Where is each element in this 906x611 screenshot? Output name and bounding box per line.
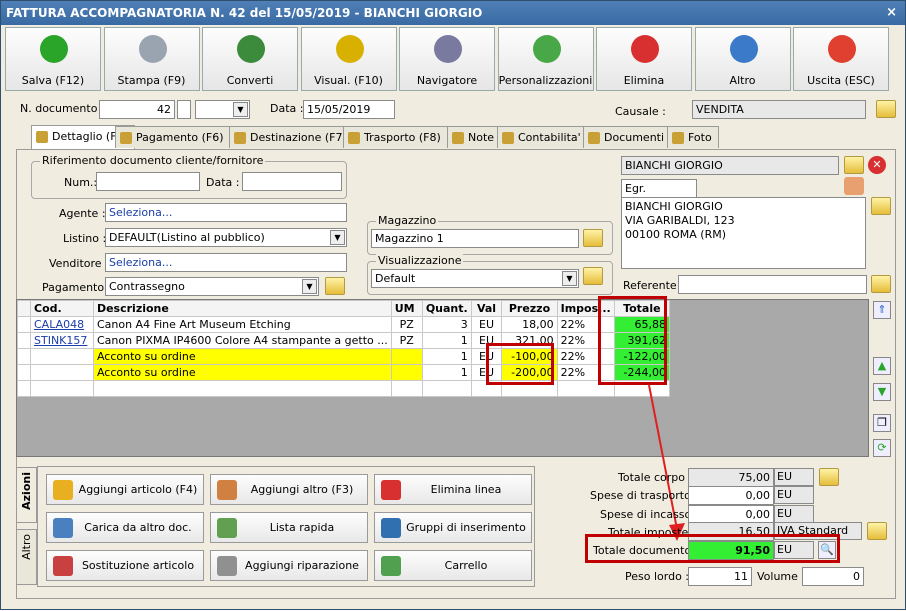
- peso-lordo-label: Peso lordo :: [625, 570, 689, 583]
- actions-panel: Aggiungi articolo (F4) Aggiungi altro (F3…: [37, 466, 535, 587]
- action-button[interactable]: Aggiungi altro (F3): [210, 474, 368, 505]
- action-button[interactable]: Lista rapida: [210, 512, 368, 543]
- peso-lordo-field[interactable]: 11: [688, 567, 752, 586]
- action-button-label: Gruppi di inserimento: [406, 521, 526, 534]
- quick-list-icon: [217, 518, 237, 538]
- action-button[interactable]: Aggiungi articolo (F4): [46, 474, 204, 505]
- action-button[interactable]: Sostituzione articolo: [46, 550, 204, 581]
- load-doc-icon: [53, 518, 73, 538]
- folder-icon[interactable]: [867, 522, 887, 540]
- currency-label: EU: [774, 486, 814, 504]
- volume-label: Volume :: [757, 570, 806, 583]
- action-button[interactable]: Elimina linea: [374, 474, 532, 505]
- action-button-label: Aggiungi articolo (F4): [78, 483, 198, 496]
- action-button[interactable]: Gruppi di inserimento: [374, 512, 532, 543]
- delete-line-icon: [381, 480, 401, 500]
- action-button-label: Lista rapida: [269, 521, 335, 534]
- cart-icon: [381, 556, 401, 576]
- folder-icon[interactable]: [819, 468, 839, 486]
- action-button[interactable]: Carica da altro doc.: [46, 512, 204, 543]
- action-button-label: Carica da altro doc.: [84, 521, 192, 534]
- currency-label: EU: [774, 505, 814, 523]
- currency-label: EU: [774, 468, 814, 486]
- action-button-label: Carrello: [444, 559, 488, 572]
- wrench-icon: [217, 556, 237, 576]
- action-button-label: Aggiungi riparazione: [245, 559, 359, 572]
- volume-field[interactable]: 0: [802, 567, 864, 586]
- tab-azioni[interactable]: Azioni: [16, 467, 37, 523]
- add-grid-icon: [217, 480, 237, 500]
- invoice-window: FATTURA ACCOMPAGNATORIA N. 42 del 15/05/…: [0, 0, 906, 610]
- replace-icon: [53, 556, 73, 576]
- spese-trasporto-label: Spese di trasporto: [590, 489, 691, 502]
- spese-incasso-label: Spese di incasso: [600, 508, 692, 521]
- tab-altro[interactable]: Altro: [16, 529, 37, 585]
- action-button-label: Sostituzione articolo: [81, 559, 195, 572]
- action-button[interactable]: Aggiungi riparazione: [210, 550, 368, 581]
- action-button-label: Aggiungi altro (F3): [250, 483, 354, 496]
- totale-corpo-field: 75,00: [688, 468, 774, 487]
- groups-icon: [381, 518, 401, 538]
- add-article-icon: [53, 480, 73, 500]
- action-button[interactable]: Carrello: [374, 550, 532, 581]
- action-button-label: Elimina linea: [430, 483, 502, 496]
- total-document-highlight-box: [585, 534, 840, 563]
- spese-trasporto-field[interactable]: 0,00: [688, 486, 774, 505]
- totale-corpo-label: Totale corpo :: [618, 471, 693, 484]
